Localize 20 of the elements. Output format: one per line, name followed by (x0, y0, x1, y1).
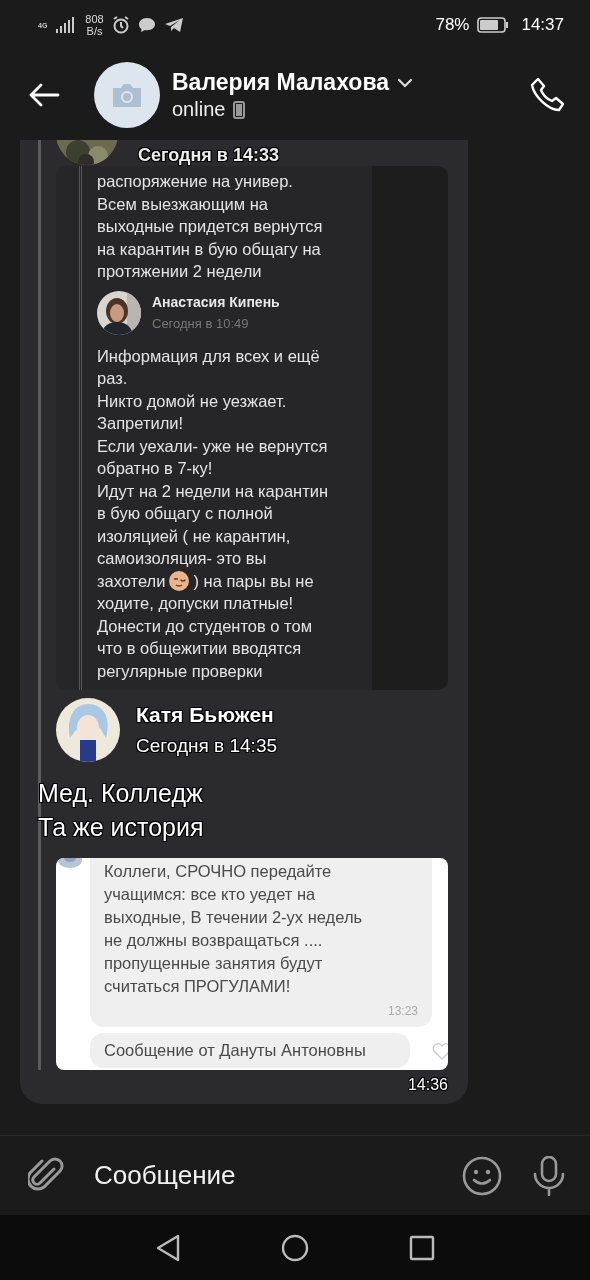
message-text: Коллеги, СРОЧНО передайте учащимся: все кто уедет на выходные, В течении 2-ух недель не должны возвращаться .... пропущенные занятия будут считаться ПРОГУЛАМИ! (104, 861, 364, 997)
message-time: 14:36 (407, 1076, 448, 1094)
network-speed: 808 B/s (85, 13, 104, 37)
author-name: Анастасия Кипень (152, 294, 280, 310)
message-text: ходите, допуски платные! Донести до студентов о том что в общежитии вводятся регулярные проверки (97, 593, 313, 682)
contact-name[interactable]: Валерия Малахова (172, 69, 390, 96)
message-text: захотели (97, 570, 166, 592)
online-status: online (172, 98, 226, 121)
post-time: Сегодня в 14:35 (136, 735, 277, 757)
author-name: Катя Бьюжен (136, 703, 275, 727)
status-time: 14:37 (521, 15, 564, 35)
battery-percent: 78% (435, 15, 470, 35)
message-text: Мед. Колледж Та же история (38, 778, 205, 843)
message-text: Сообщение от Дануты Антоновны (104, 1040, 367, 1061)
message-text: ) на пары вы не (193, 570, 314, 592)
message-input[interactable]: Сообщение (94, 1160, 432, 1191)
message-text: распоряжение на универ. Всем выезжающим на выходные придется вернутся на карантин в бую общагу на протяжении 2 недели (97, 171, 324, 282)
post-time: Сегодня в 10:49 (152, 316, 250, 331)
post-time: Сегодня в 14:33 (138, 145, 279, 166)
message-time: 13:23 (387, 1003, 418, 1020)
